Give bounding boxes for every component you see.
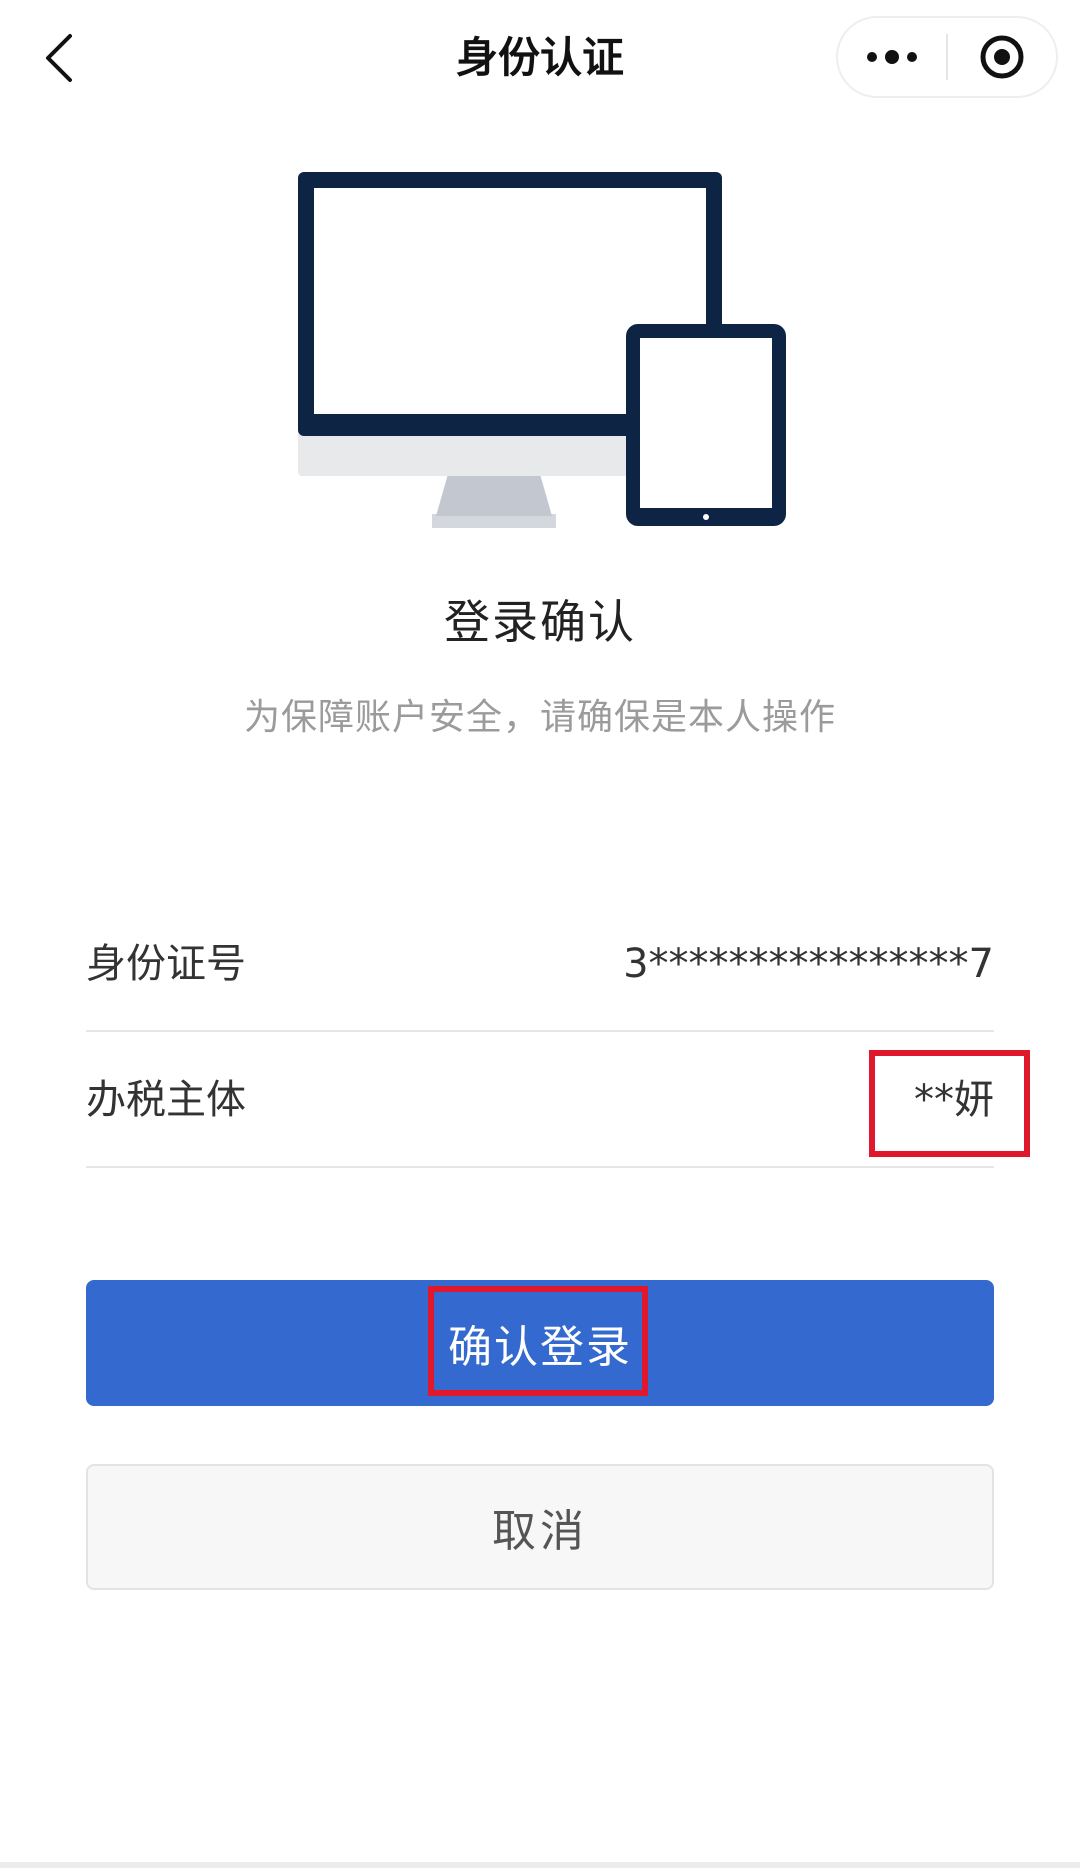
id-number-label: 身份证号 [86,941,246,987]
back-button[interactable] [30,20,90,96]
close-button[interactable] [948,18,1056,96]
monitor-chin [298,430,628,476]
tax-entity-value: **妍 [914,1077,994,1123]
page-title: 身份认证 [455,33,624,82]
cancel-button[interactable]: 取消 [86,1464,994,1590]
monitor-tablet-illustration [298,172,786,528]
tablet-home-dot [703,514,709,520]
bottom-divider [0,1862,1080,1868]
tax-entity-row: 办税主体 **妍 [86,1032,994,1168]
chevron-left-icon [46,34,72,82]
tablet-screen [640,338,772,508]
login-confirm-heading: 登录确认 [444,595,636,649]
monitor-stand-neck [436,474,552,516]
id-number-value: 3****************7 [623,941,994,987]
more-button[interactable] [838,18,946,96]
tax-entity-label: 办税主体 [86,1077,246,1123]
cancel-label: 取消 [492,1506,588,1557]
security-hint: 为保障账户安全，请确保是本人操作 [243,697,836,738]
mini-program-capsule [836,16,1058,98]
target-circle-icon [980,35,1024,79]
more-dots-icon [867,50,917,64]
monitor-stand-base [432,514,556,528]
confirm-login-label: 确认登录 [448,1322,632,1373]
confirm-login-button[interactable]: 确认登录 [86,1280,994,1406]
id-number-row: 身份证号 3****************7 [86,896,994,1032]
navbar: 身份认证 [0,0,1080,116]
